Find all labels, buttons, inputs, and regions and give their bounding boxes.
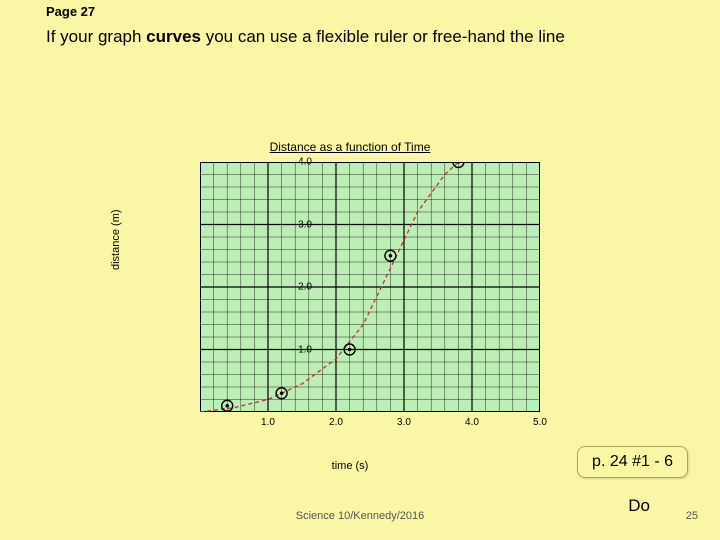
xtick-4: 4.0 xyxy=(465,417,479,428)
x-axis-label: time (s) xyxy=(120,460,580,472)
xtick-3: 3.0 xyxy=(397,417,411,428)
ytick-1: 1.0 xyxy=(282,345,312,356)
ytick-3: 3.0 xyxy=(282,220,312,231)
instruction-text: If your graph curves you can use a flexi… xyxy=(46,26,680,48)
ytick-4: 4.0 xyxy=(282,157,312,168)
slide-number: 25 xyxy=(686,510,698,522)
footer-text: Science 10/Kennedy/2016 xyxy=(0,510,720,522)
chart-container: Distance as a function of Time distance … xyxy=(120,140,580,460)
plot-area xyxy=(200,162,540,412)
chart-title: Distance as a function of Time xyxy=(120,140,580,154)
homework-callout: p. 24 #1 - 6 xyxy=(577,446,688,478)
xtick-5: 5.0 xyxy=(533,417,547,428)
y-axis-label: distance (m) xyxy=(110,209,122,270)
instruction-suffix: you can use a flexible ruler or free-han… xyxy=(201,27,565,46)
instruction-bold: curves xyxy=(146,27,201,46)
xtick-2: 2.0 xyxy=(329,417,343,428)
instruction-prefix: If your graph xyxy=(46,27,146,46)
ytick-2: 2.0 xyxy=(282,282,312,293)
page-label: Page 27 xyxy=(46,4,95,19)
xtick-1: 1.0 xyxy=(261,417,275,428)
